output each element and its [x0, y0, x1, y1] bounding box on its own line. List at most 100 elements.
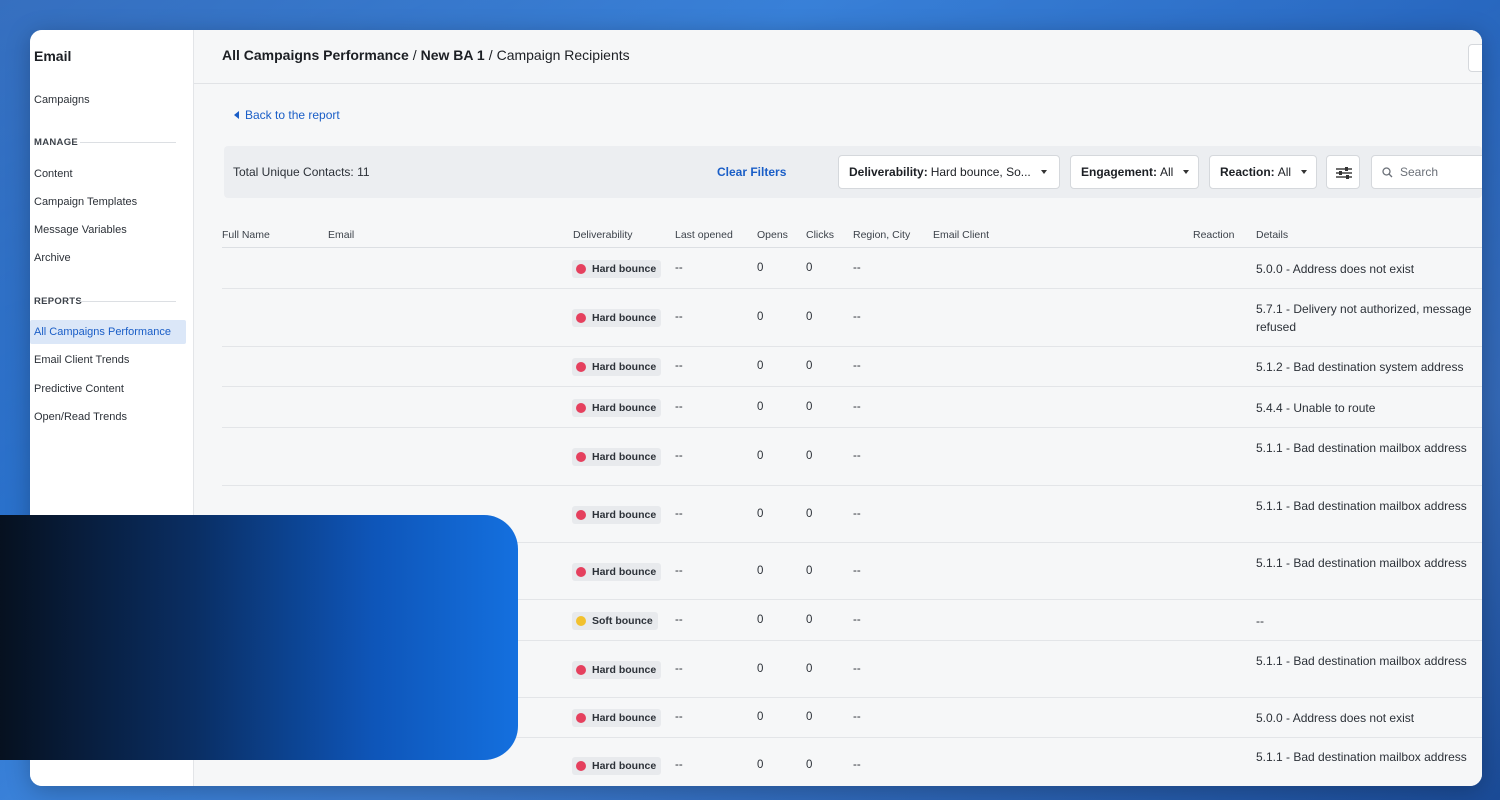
details-cell: --: [1256, 613, 1264, 628]
last-opened-cell: --: [675, 613, 683, 626]
sidebar-item-email-client-trends[interactable]: Email Client Trends: [34, 354, 129, 366]
region-cell: --: [853, 759, 861, 771]
reaction-filter-dropdown[interactable]: Reaction: All: [1209, 155, 1317, 189]
table-row[interactable]: Hard bounce -- 0 0 -- 5.1.1 - Bad destination…: [222, 428, 1482, 486]
opens-cell: 0: [757, 311, 764, 323]
chevron-down-icon: [1183, 170, 1190, 174]
search-icon: [1382, 166, 1393, 177]
breadcrumb: All Campaigns Performance / New BA 1/Campa…: [222, 47, 630, 63]
region-cell: --: [853, 507, 861, 520]
deliverability-badge: Hard bounce: [572, 398, 662, 417]
sidebar-divider: [80, 142, 176, 143]
sidebar-divider: [80, 301, 176, 302]
details-cell: 5.1.1 - Bad destination mailbox address: [1256, 653, 1467, 668]
clicks-cell: 0: [806, 759, 813, 771]
col-deliverability[interactable]: Deliverability: [573, 229, 633, 241]
last-opened-cell: --: [675, 360, 683, 372]
last-opened-cell: --: [675, 507, 683, 520]
deliverability-label: Soft bounce: [592, 614, 653, 627]
details-cell: 5.0.0 - Address does not exist: [1256, 261, 1415, 276]
deliverability-label: Hard bounce: [592, 262, 657, 275]
deliverability-label: Hard bounce: [592, 760, 657, 772]
sidebar-item-archive[interactable]: Archive: [34, 252, 71, 264]
clicks-cell: 0: [806, 261, 813, 274]
col-opens[interactable]: Opens: [757, 229, 788, 241]
opens-cell: 0: [757, 450, 764, 462]
status-dot-icon: [576, 452, 586, 462]
clicks-cell: 0: [806, 613, 813, 626]
col-region-city[interactable]: Region, City: [853, 229, 910, 241]
deliverability-badge: Hard bounce: [572, 562, 662, 581]
clicks-cell: 0: [806, 662, 813, 675]
deliverability-label: Hard bounce: [592, 451, 657, 463]
status-dot-icon: [576, 761, 586, 771]
table-row[interactable]: Hard bounce -- 0 0 -- 5.7.1 - Delivery not au…: [222, 289, 1482, 347]
total-unique-contacts: Total Unique Contacts: 11: [233, 165, 370, 179]
chevron-down-icon: [1040, 170, 1047, 174]
col-details[interactable]: Details: [1256, 229, 1288, 241]
status-dot-icon: [576, 402, 586, 413]
sidebar-item-open-read-trends[interactable]: Open/Read Trends: [34, 411, 127, 423]
col-reaction[interactable]: Reaction: [1193, 229, 1234, 241]
deliverability-filter-dropdown[interactable]: Deliverability: Hard bounce, So...: [838, 155, 1060, 189]
chevron-down-icon: [1301, 170, 1308, 174]
details-cell: 5.1.1 - Bad destination mailbox address: [1256, 498, 1467, 513]
table-row[interactable]: Hard bounce -- 0 0 -- 5.0.0 - Address does no…: [222, 248, 1482, 289]
breadcrumb-separator: /: [412, 47, 417, 63]
clear-filters-button[interactable]: Clear Filters: [717, 165, 786, 179]
clicks-cell: 0: [806, 564, 813, 577]
last-opened-cell: --: [675, 400, 683, 413]
sidebar-item-message-variables[interactable]: Message Variables: [34, 224, 127, 236]
sidebar-section-manage: MANAGE: [34, 137, 79, 148]
deliverability-label: Hard bounce: [592, 712, 657, 724]
sidebar-item-all-campaigns-performance[interactable]: All Campaigns Performance: [34, 326, 171, 338]
col-last-opened[interactable]: Last opened: [675, 229, 733, 241]
col-clicks[interactable]: Clicks: [806, 229, 834, 241]
col-email-client[interactable]: Email Client: [933, 229, 989, 241]
deliverability-badge: Soft bounce: [572, 611, 658, 630]
status-dot-icon: [576, 263, 586, 274]
deliverability-label: Hard bounce: [592, 565, 657, 578]
region-cell: --: [853, 400, 861, 413]
last-opened-cell: --: [675, 662, 683, 675]
opens-cell: 0: [757, 360, 764, 372]
deliverability-label: Hard bounce: [592, 312, 657, 324]
sidebar-item-content[interactable]: Content: [34, 168, 73, 180]
clicks-cell: 0: [806, 360, 813, 372]
details-cell: 5.7.1 - Delivery not authorized, message…: [1256, 302, 1472, 334]
column-settings-button[interactable]: [1326, 155, 1360, 189]
last-opened-cell: --: [675, 564, 683, 577]
table-row[interactable]: Hard bounce -- 0 0 -- 5.4.4 - Unable to route: [222, 387, 1482, 428]
deliverability-label: Hard bounce: [592, 663, 657, 676]
filter-bar: Total Unique Contacts: 11 Clear Filters …: [224, 146, 1482, 198]
sidebar-item-campaign-templates[interactable]: Campaign Templates: [34, 196, 137, 208]
breadcrumb-campaign[interactable]: New BA 1: [421, 47, 485, 63]
sidebar-item-campaigns[interactable]: Campaigns: [34, 94, 90, 106]
region-cell: --: [853, 711, 861, 723]
region-cell: --: [853, 450, 861, 462]
engagement-filter-dropdown[interactable]: Engagement: All: [1070, 155, 1199, 189]
engagement-filter-label: Engagement:: [1081, 165, 1158, 179]
table-row[interactable]: Hard bounce -- 0 0 -- 5.1.2 - Bad destination…: [222, 347, 1482, 387]
details-cell: 5.1.1 - Bad destination mailbox address: [1256, 555, 1467, 570]
status-dot-icon: [576, 713, 586, 723]
deliverability-label: Hard bounce: [592, 401, 657, 414]
last-opened-cell: --: [675, 311, 683, 323]
back-to-report-link[interactable]: Back to the report: [234, 108, 340, 122]
details-cell: 5.1.1 - Bad destination mailbox address: [1256, 441, 1467, 455]
deliverability-badge: Hard bounce: [572, 448, 662, 466]
reaction-filter-value: All: [1277, 165, 1292, 179]
last-opened-cell: --: [675, 711, 683, 723]
reaction-filter-label: Reaction:: [1220, 165, 1275, 179]
region-cell: --: [853, 662, 861, 675]
sliders-icon: [1336, 167, 1352, 179]
deliverability-badge: Hard bounce: [572, 309, 662, 327]
sidebar-item-predictive-content[interactable]: Predictive Content: [34, 383, 124, 395]
search-input[interactable]: [1400, 165, 1482, 179]
top-right-button[interactable]: [1468, 44, 1482, 72]
col-email[interactable]: Email: [328, 229, 354, 241]
top-bar: All Campaigns Performance / New BA 1/Campa…: [194, 30, 1482, 84]
breadcrumb-all-campaigns[interactable]: All Campaigns Performance: [222, 47, 409, 63]
opens-cell: 0: [757, 564, 764, 577]
col-full-name[interactable]: Full Name: [222, 229, 270, 241]
